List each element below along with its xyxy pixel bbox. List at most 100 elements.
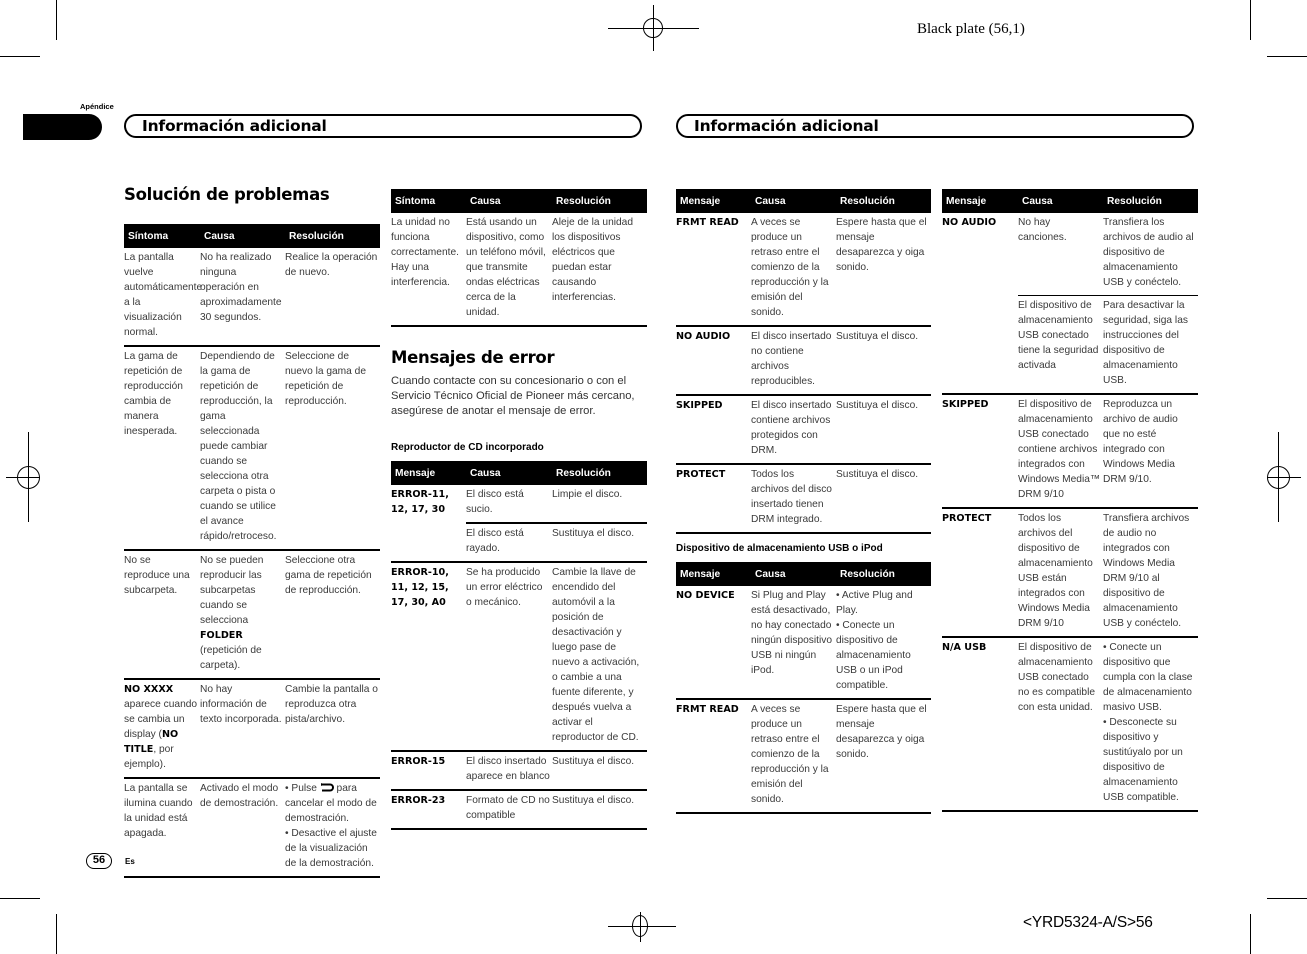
message-cell: NO AUDIO	[676, 326, 751, 396]
message-cell: PROTECT	[942, 508, 1018, 638]
cause-text: No se pueden reproducir las subcarpetas …	[200, 555, 264, 626]
cause-cell: Está usando un dispositivo, como un telé…	[466, 213, 552, 327]
resolution-bullet: • Active Plug and Play.	[836, 590, 913, 616]
resolution-cell: Limpie el disco.	[552, 485, 647, 524]
language-code: Es	[125, 857, 135, 866]
table-row: PROTECT Todos los archivos del dispositi…	[942, 508, 1198, 638]
column-header: Resolución	[552, 461, 647, 485]
cd-error-table-continued: Mensaje Causa Resolución FRMT READ A vec…	[676, 189, 931, 534]
column-header: Causa	[466, 189, 552, 213]
cause-cell: No hay información de texto incorporada.	[200, 679, 285, 779]
troubleshooting-table: Síntoma Causa Resolución La pantalla vue…	[124, 224, 380, 878]
resolution-bullet: • Conecte un dispositivo que cumpla con …	[1103, 642, 1193, 713]
cause-cell: El disco insertado contiene archivos pro…	[751, 395, 836, 465]
resolution-cell: Realice la operación de nuevo.	[285, 248, 380, 347]
cause-cell: El disco insertado aparece en blanco	[466, 751, 552, 791]
column-header: Mensaje	[942, 189, 1018, 213]
column-header: Causa	[751, 562, 836, 586]
table-row: N/A USB El dispositivo de almacenamiento…	[942, 637, 1198, 812]
cd-error-table: Mensaje Causa Resolución ERROR-11, 12, 1…	[391, 461, 647, 830]
resolution-cell: Reproduzca un archivo de audio que no es…	[1103, 394, 1198, 509]
message-cell: FRMT READ	[676, 699, 751, 814]
cause-cell: El dispositivo de almacenamiento USB con…	[1018, 295, 1103, 395]
resolution-cell: Sustituya el disco.	[552, 751, 647, 791]
section-header-right: Información adicional	[676, 114, 1194, 138]
resolution-cell: Seleccione otra gama de repetición de re…	[285, 550, 380, 680]
cause-cell: El dispositivo de almacenamiento USB con…	[1018, 637, 1103, 812]
registration-mark	[17, 466, 40, 489]
column-header: Causa	[751, 189, 836, 213]
crop-mark	[1250, 0, 1251, 40]
back-arrow-icon	[320, 783, 334, 792]
message-cell: ERROR-10, 11, 12, 15, 17, 30, A0	[391, 562, 466, 752]
resolution-cell: Seleccione de nuevo la gama de repetició…	[285, 346, 380, 551]
message-cell: SKIPPED	[676, 395, 751, 465]
usb-error-table-continued: Mensaje Causa Resolución NO AUDIO No hay…	[942, 189, 1198, 812]
column-header: Resolución	[836, 189, 931, 213]
section-title: Información adicional	[142, 117, 327, 135]
display-message: NO XXXX	[124, 684, 174, 695]
column-header: Resolución	[285, 224, 380, 248]
table-row: La pantalla vuelve automáticamente a la …	[124, 248, 380, 347]
usb-error-table: Mensaje Causa Resolución NO DEVICE Si Pl…	[676, 562, 931, 814]
message-cell: PROTECT	[676, 464, 751, 534]
crop-mark	[1267, 56, 1307, 57]
resolution-cell: Sustituya el disco.	[836, 464, 931, 534]
resolution-cell: Transfiera archivos de audio no integrad…	[1103, 508, 1198, 638]
crop-mark	[0, 56, 40, 57]
crop-mark	[56, 0, 57, 40]
table-row: NO DEVICE Si Plug and Play está desactiv…	[676, 586, 931, 700]
message-cell: ERROR-11, 12, 17, 30	[391, 485, 466, 563]
column-header: Resolución	[1103, 189, 1198, 213]
usb-section-title: Dispositivo de almacenamiento USB o iPod	[676, 543, 883, 554]
resolution-cell: Espere hasta que el mensaje desaparezca …	[836, 213, 931, 327]
cd-section-title: Reproductor de CD incorporado	[391, 442, 544, 453]
resolution-cell: Transfiera los archivos de audio al disp…	[1103, 213, 1198, 296]
cause-cell: No se pueden reproducir las subcarpetas …	[200, 550, 285, 680]
table-row: ERROR-10, 11, 12, 15, 17, 30, A0 Se ha p…	[391, 562, 647, 752]
section-title: Información adicional	[694, 117, 879, 135]
registration-mark	[643, 18, 663, 38]
column-header: Causa	[1018, 189, 1103, 213]
error-messages-title: Mensajes de error	[391, 348, 555, 367]
symptom-cell: La unidad no funciona correctamente. Hay…	[391, 213, 466, 327]
table-row: La unidad no funciona correctamente. Hay…	[391, 213, 647, 327]
table-row: NO AUDIO El disco insertado no contiene …	[676, 326, 931, 396]
resolution-cell: Para desactivar la seguridad, siga las i…	[1103, 295, 1198, 395]
resolution-cell: Aleje de la unidad los dispositivos eléc…	[552, 213, 647, 327]
resolution-cell: • Active Plug and Play. • Conecte un dis…	[836, 586, 931, 700]
resolution-cell: Cambie la llave de encendido del automóv…	[552, 562, 647, 752]
column-header: Síntoma	[124, 224, 200, 248]
troubleshooting-table-continued: Síntoma Causa Resolución La unidad no fu…	[391, 189, 647, 327]
resolution-bullet: • Desactive el ajuste de la visualizació…	[285, 828, 377, 869]
column-header: Mensaje	[391, 461, 466, 485]
appendix-label: Apéndice	[80, 102, 114, 111]
table-row: ERROR-23 Formato de CD no compatible Sus…	[391, 790, 647, 830]
section-header-left: Información adicional	[124, 114, 642, 138]
resolution-cell: Sustituya el disco.	[552, 790, 647, 830]
mode-name: FOLDER	[200, 630, 243, 641]
cause-cell: El disco está sucio.	[466, 485, 552, 524]
symptom-cell: La gama de repetición de reproducción ca…	[124, 346, 200, 551]
message-cell: N/A USB	[942, 637, 1018, 812]
cause-cell: El disco está rayado.	[466, 523, 552, 563]
column-header: Síntoma	[391, 189, 466, 213]
symptom-cell: No se reproduce una subcarpeta.	[124, 550, 200, 680]
job-code: <YRD5324-A/S>56	[1023, 914, 1153, 931]
resolution-bullet: • Desconecte su dispositivo y sustitúyal…	[1103, 717, 1183, 803]
message-cell: NO DEVICE	[676, 586, 751, 700]
column-header: Causa	[466, 461, 552, 485]
symptom-text: aparece cuando se cambia un display (	[124, 699, 198, 740]
symptom-cell: La pantalla se ilumina cuando la unidad …	[124, 778, 200, 878]
cause-cell: Se ha producido un error eléctrico o mec…	[466, 562, 552, 752]
crop-mark	[1250, 914, 1251, 954]
cause-cell: Todos los archivos del dispositivo de al…	[1018, 508, 1103, 638]
error-messages-intro: Cuando contacte con su concesionario o c…	[391, 375, 635, 417]
cause-cell: Formato de CD no compatible	[466, 790, 552, 830]
resolution-cell: Sustituya el disco.	[836, 326, 931, 396]
resolution-cell: Cambie la pantalla o reproduzca otra pis…	[285, 679, 380, 779]
message-cell: NO AUDIO	[942, 213, 1018, 395]
resolution-bullet: • Pulse para cancelar el modo de demostr…	[285, 781, 378, 826]
table-row: NO AUDIO No hay canciones. Transfiera lo…	[942, 213, 1198, 395]
table-row: ERROR-11, 12, 17, 30 El disco está sucio…	[391, 485, 647, 563]
